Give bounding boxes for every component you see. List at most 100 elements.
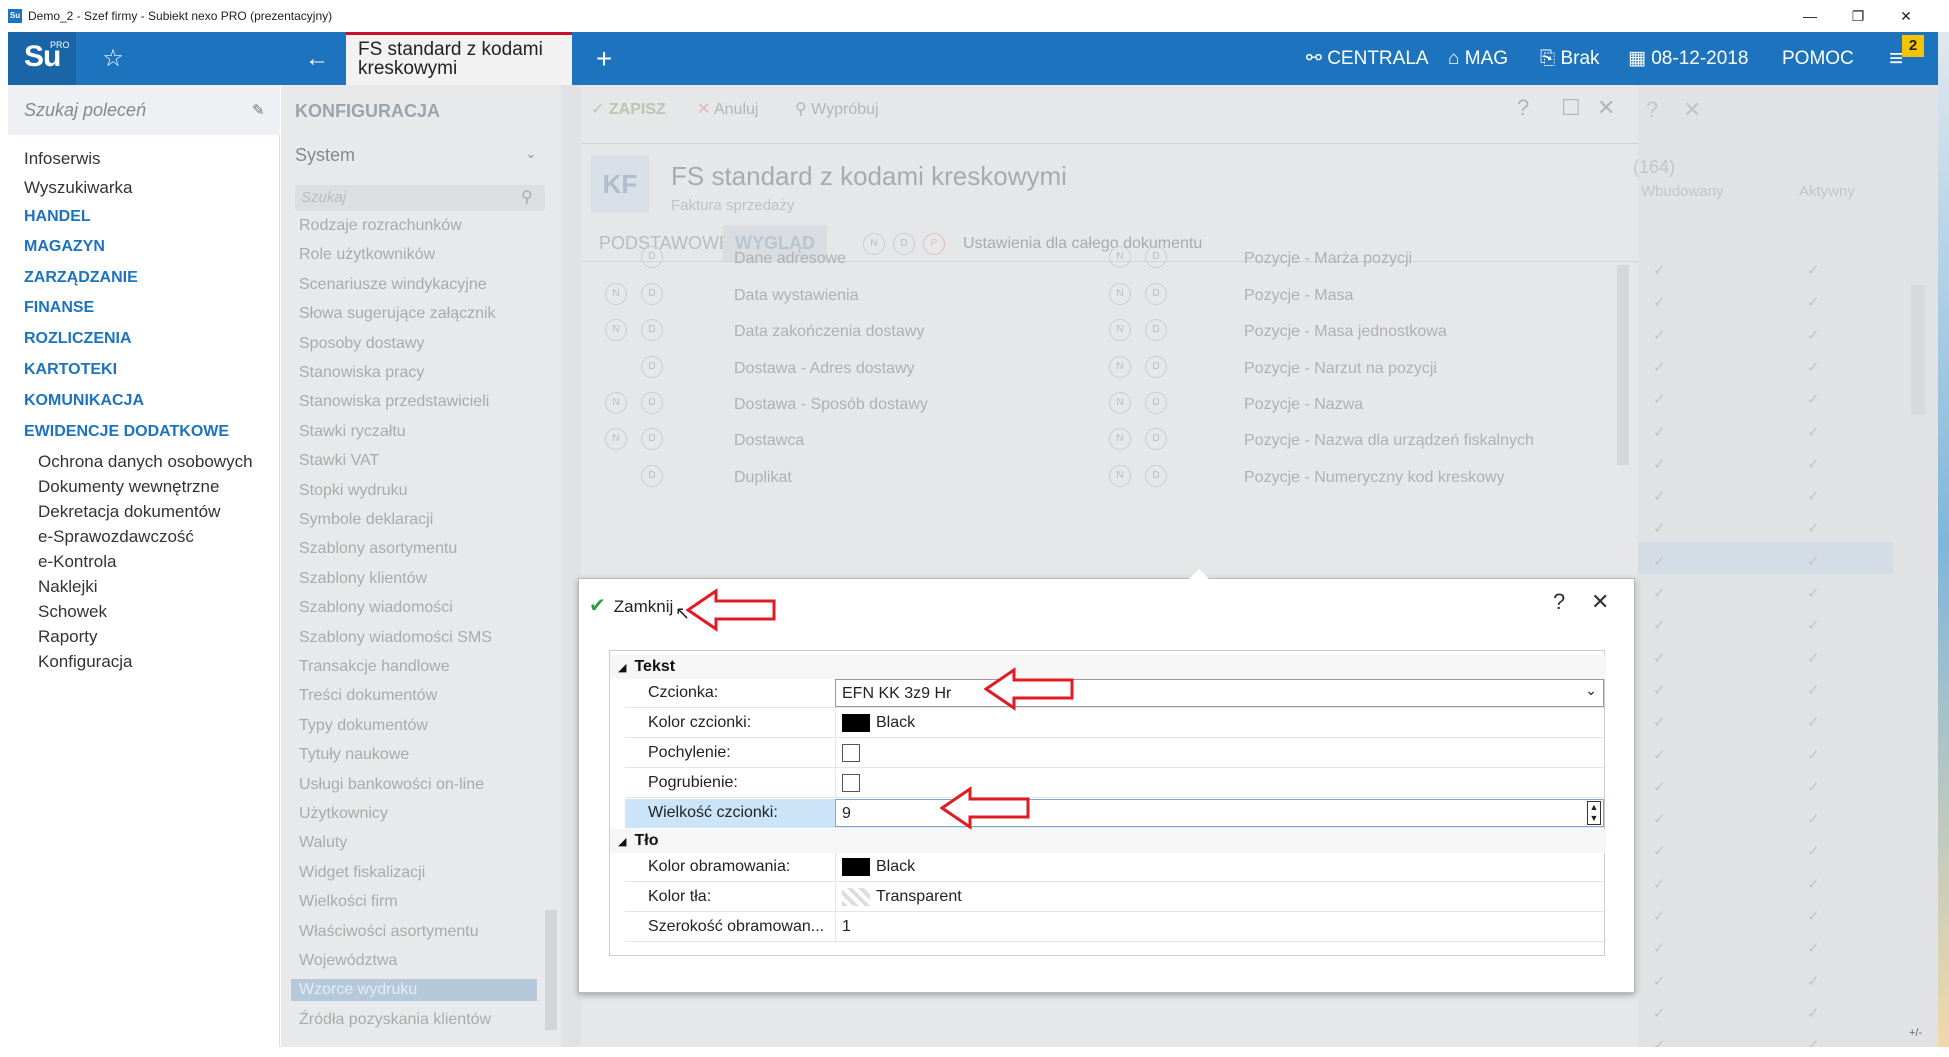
config-item[interactable]: Waluty bbox=[299, 834, 347, 852]
n-badge-icon[interactable]: N bbox=[1109, 319, 1131, 341]
element-row-left[interactable]: Duplikat bbox=[734, 469, 792, 487]
n-badge-icon[interactable]: N bbox=[1109, 246, 1131, 268]
config-item[interactable]: Użytkownicy bbox=[299, 805, 388, 823]
nav-item-infoserwis[interactable]: Infoserwis bbox=[24, 149, 101, 169]
nav-subitem-4[interactable]: e-Kontrola bbox=[38, 552, 116, 572]
config-item[interactable]: Szablony asortymentu bbox=[299, 540, 457, 558]
editor-scrollbar[interactable] bbox=[1617, 265, 1629, 465]
config-search-input[interactable]: Szukaj bbox=[295, 185, 545, 211]
config-item[interactable]: Stanowiska przedstawicieli bbox=[299, 393, 489, 411]
d-badge-icon[interactable]: D bbox=[1145, 246, 1167, 268]
border-width-input[interactable]: 1 bbox=[835, 913, 1604, 942]
config-item[interactable]: Scenariusze windykacyjne bbox=[299, 276, 487, 294]
config-item[interactable]: Rodzaje rozrachunków bbox=[299, 217, 462, 235]
element-row-right[interactable]: Pozycje - Numeryczny kod kreskowy bbox=[1244, 469, 1505, 487]
d-badge-icon[interactable]: D bbox=[1145, 283, 1167, 305]
config-item[interactable]: Sposoby dostawy bbox=[299, 335, 424, 353]
maximize-icon[interactable]: ☐ bbox=[1561, 95, 1581, 121]
d-badge-icon[interactable]: D bbox=[1145, 356, 1167, 378]
help-button[interactable]: ? bbox=[1553, 589, 1565, 615]
n-badge-icon[interactable]: N bbox=[1109, 465, 1131, 487]
tab-podstawowe[interactable]: PODSTAWOWE bbox=[599, 233, 731, 254]
chevron-down-icon[interactable]: ⌄ bbox=[525, 145, 537, 162]
nav-section-7[interactable]: EWIDENCJE DODATKOWE bbox=[24, 423, 229, 441]
group-tekst[interactable]: ◢ Tekst bbox=[610, 655, 1606, 679]
config-item[interactable]: Stawki ryczałtu bbox=[299, 423, 406, 441]
nav-subitem-8[interactable]: Konfiguracja bbox=[38, 652, 133, 672]
nav-section-2[interactable]: ZARZĄDZANIE bbox=[24, 269, 138, 287]
config-item[interactable]: Widget fiskalizacji bbox=[299, 864, 425, 882]
n-badge-icon[interactable]: N bbox=[1109, 356, 1131, 378]
d-badge-icon[interactable]: D bbox=[641, 356, 663, 378]
n-badge-icon[interactable]: N bbox=[1109, 283, 1131, 305]
config-item[interactable]: Stawki VAT bbox=[299, 452, 379, 470]
nav-section-0[interactable]: HANDEL bbox=[24, 208, 91, 226]
help-menu-button[interactable]: POMOC bbox=[1782, 32, 1854, 85]
nav-section-5[interactable]: KARTOTEKI bbox=[24, 361, 117, 379]
close-dialog-button[interactable]: ✔ Zamknij bbox=[589, 593, 673, 618]
d-badge-icon[interactable]: D bbox=[641, 392, 663, 414]
nav-subitem-2[interactable]: Dekretacja dokumentów bbox=[38, 502, 220, 522]
d-badge-icon[interactable]: D bbox=[1145, 428, 1167, 450]
background-color-picker[interactable]: Transparent bbox=[835, 883, 1604, 912]
d-badge-icon[interactable]: D bbox=[641, 428, 663, 450]
config-item[interactable]: Transakcje handlowe bbox=[299, 658, 450, 676]
font-select[interactable]: EFN KK 3z9 Hr ⌄ bbox=[835, 679, 1604, 707]
config-item[interactable]: Województwa bbox=[299, 952, 397, 970]
n-badge-icon[interactable]: N bbox=[605, 392, 627, 414]
expand-toggle[interactable]: +/- bbox=[1909, 1027, 1922, 1039]
mag-button[interactable]: ⌂ MAG bbox=[1448, 32, 1508, 85]
n-badge-icon[interactable]: N bbox=[605, 428, 627, 450]
d-badge-icon[interactable]: D bbox=[1145, 319, 1167, 341]
brand-logo[interactable]: Su PRO bbox=[8, 32, 76, 85]
d-badge-icon[interactable]: D bbox=[641, 465, 663, 487]
group-tlo[interactable]: ◢ Tło bbox=[610, 829, 1606, 853]
back-arrow-icon[interactable]: ← bbox=[292, 32, 342, 85]
italic-checkbox[interactable] bbox=[842, 744, 860, 762]
config-item[interactable]: Szablony wiadomości SMS bbox=[299, 629, 492, 647]
nav-subitem-1[interactable]: Dokumenty wewnętrzne bbox=[38, 477, 219, 497]
element-row-right[interactable]: Pozycje - Marża pozycji bbox=[1244, 250, 1412, 268]
element-row-right[interactable]: Pozycje - Masa bbox=[1244, 287, 1353, 305]
system-dropdown[interactable]: System bbox=[295, 145, 355, 166]
nav-subitem-5[interactable]: Naklejki bbox=[38, 577, 98, 597]
element-row-right[interactable]: Pozycje - Masa jednostkowa bbox=[1244, 323, 1447, 341]
nav-section-1[interactable]: MAGAZYN bbox=[24, 238, 105, 256]
config-item[interactable]: Role użytkowników bbox=[299, 246, 435, 264]
help-icon[interactable]: ? bbox=[1517, 95, 1529, 121]
element-row-right[interactable]: Pozycje - Nazwa bbox=[1244, 396, 1363, 414]
element-row-left[interactable]: Dostawa - Sposób dostawy bbox=[734, 396, 928, 414]
nav-section-3[interactable]: FINANSE bbox=[24, 299, 94, 317]
save-button[interactable]: ✓ ZAPISZ bbox=[591, 99, 666, 119]
centrala-button[interactable]: ⚯ CENTRALA bbox=[1306, 32, 1429, 85]
element-row-left[interactable]: Dane adresowe bbox=[734, 250, 846, 268]
n-badge-icon[interactable]: N bbox=[1109, 392, 1131, 414]
cancel-button[interactable]: ✕ Anuluj bbox=[697, 99, 758, 119]
font-color-picker[interactable]: Black bbox=[835, 709, 1604, 738]
n-badge-icon[interactable]: N bbox=[605, 283, 627, 305]
config-item[interactable]: Usługi bankowości on-line bbox=[299, 776, 484, 794]
close-icon[interactable]: ✕ bbox=[1683, 97, 1701, 123]
restore-button[interactable]: ❐ bbox=[1838, 4, 1878, 28]
config-item[interactable]: Właściwości asortymentu bbox=[299, 923, 479, 941]
nav-subitem-3[interactable]: e-Sprawozdawczość bbox=[38, 527, 194, 547]
spinner-arrows-icon[interactable]: ▲ ▼ bbox=[1587, 801, 1601, 825]
try-button[interactable]: ⚲ Wypróbuj bbox=[795, 99, 879, 119]
config-item[interactable]: Wielkości firm bbox=[299, 893, 398, 911]
help-icon[interactable]: ? bbox=[1646, 97, 1658, 123]
d-badge-icon[interactable]: D bbox=[1145, 465, 1167, 487]
d-badge-icon[interactable]: D bbox=[1145, 392, 1167, 414]
config-item[interactable]: Szablony klientów bbox=[299, 570, 427, 588]
close-icon[interactable]: ✕ bbox=[1597, 95, 1615, 121]
config-item[interactable]: Symbole deklaracji bbox=[299, 511, 433, 529]
minimize-button[interactable]: — bbox=[1790, 4, 1830, 28]
config-item[interactable]: Szablony wiadomości bbox=[299, 599, 453, 617]
nav-item-wyszukiwarka[interactable]: Wyszukiwarka bbox=[24, 178, 132, 198]
config-item[interactable]: Stopki wydruku bbox=[299, 482, 408, 500]
element-row-left[interactable]: Dostawa - Adres dostawy bbox=[734, 360, 915, 378]
date-button[interactable]: ▦ 08-12-2018 bbox=[1628, 32, 1748, 85]
close-window-button[interactable]: ✕ bbox=[1886, 4, 1926, 28]
brak-button[interactable]: ⎘ Brak bbox=[1540, 32, 1600, 85]
nav-section-4[interactable]: ROZLICZENIA bbox=[24, 330, 132, 348]
d-badge-icon[interactable]: D bbox=[641, 283, 663, 305]
